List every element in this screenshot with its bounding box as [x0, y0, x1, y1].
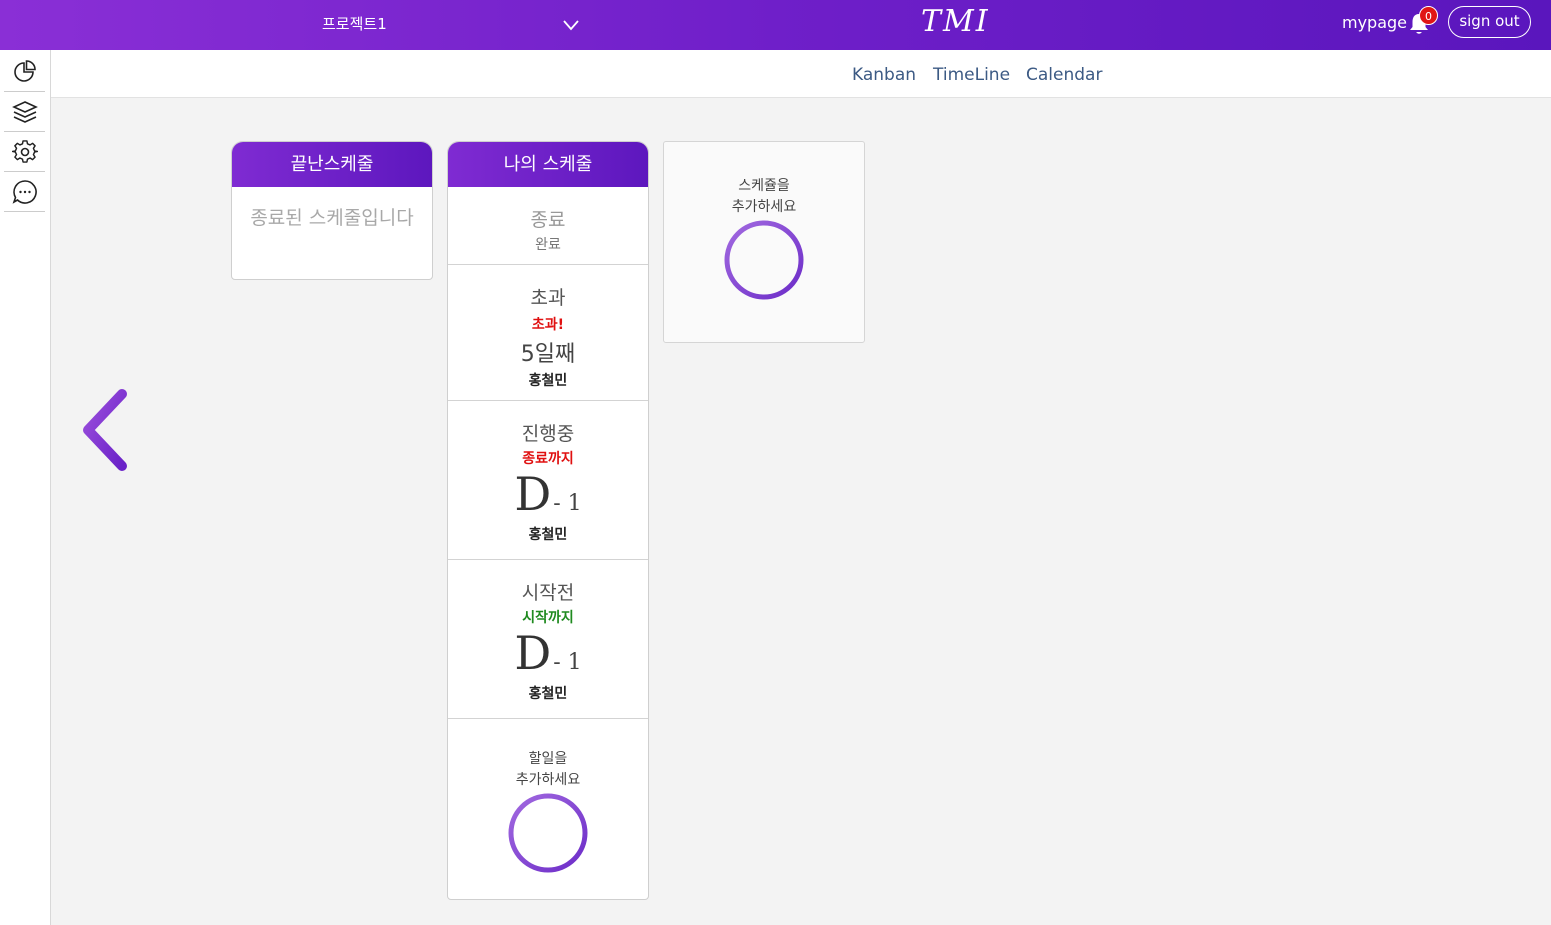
task-owner: 홍철민: [528, 527, 568, 543]
sidebar-item-settings[interactable]: [4, 132, 45, 172]
d-day-number: - 1: [553, 650, 582, 675]
tab-timeline[interactable]: TimeLine: [933, 65, 1010, 85]
deadline-label: 종료까지: [522, 451, 574, 467]
add-task-text: 추가하세요: [515, 772, 581, 788]
chevron-down-icon[interactable]: [560, 14, 582, 36]
d-day-letter: D: [514, 467, 552, 521]
left-sidebar: [0, 50, 51, 925]
layers-icon: [11, 100, 38, 123]
d-day-number: - 1: [553, 491, 582, 516]
task-card-overdue[interactable]: 초과 초과! 5일째 홍철민: [448, 264, 648, 400]
column-my-schedules: 나의 스케줄 종료 완료 초과 초과! 5일째 홍철민 진행중 종료까지 D -…: [447, 141, 649, 900]
view-tabs: Kanban TimeLine Calendar: [51, 50, 1551, 98]
overdue-days: 5일째: [520, 342, 576, 367]
mypage-link[interactable]: mypage: [1342, 13, 1407, 32]
sign-out-button[interactable]: sign out: [1448, 6, 1531, 38]
task-card-done[interactable]: 종료 완료: [448, 187, 648, 264]
empty-message: 종료된 스케줄입니다: [250, 207, 414, 229]
task-status: 시작전: [521, 582, 575, 604]
task-card-in-progress[interactable]: 진행중 종료까지 D - 1 홍철민: [448, 400, 648, 559]
tab-calendar[interactable]: Calendar: [1026, 65, 1102, 85]
task-card-not-started[interactable]: 시작전 시작까지 D - 1 홍철민: [448, 559, 648, 718]
top-bar: 프로젝트1 TMI mypage 0 sign out: [0, 0, 1551, 50]
start-label: 시작까지: [522, 610, 574, 626]
column-done-schedules: 끝난스케줄 종료된 스케줄입니다: [231, 141, 433, 280]
project-select[interactable]: 프로젝트1: [322, 13, 387, 34]
task-substatus: 완료: [535, 237, 561, 253]
column-title: 나의 스케줄: [448, 142, 648, 187]
sidebar-item-dashboard[interactable]: [4, 52, 45, 92]
task-status: 종료: [530, 209, 566, 231]
add-task-text: 할일을: [528, 751, 568, 767]
back-arrow-icon[interactable]: [78, 386, 134, 474]
add-task-card[interactable]: 할일을 추가하세요: [448, 718, 648, 899]
d-day-counter: D - 1: [448, 467, 648, 521]
overdue-label: 초과!: [531, 317, 565, 333]
notification-badge: 0: [1419, 6, 1438, 25]
tab-kanban[interactable]: Kanban: [852, 65, 916, 85]
app-logo[interactable]: TMI: [921, 4, 990, 39]
add-schedule-card[interactable]: 스케쥴을 추가하세요: [663, 141, 865, 343]
task-owner: 홍철민: [528, 686, 568, 702]
task-status: 진행중: [521, 423, 575, 445]
d-day-counter: D - 1: [448, 626, 648, 680]
add-schedule-text: 추가하세요: [731, 199, 797, 215]
column-title: 끝난스케줄: [232, 142, 432, 187]
chart-pie-icon: [13, 59, 36, 82]
task-status: 초과: [530, 287, 566, 309]
chat-icon: [12, 179, 37, 204]
d-day-letter: D: [514, 626, 552, 680]
add-schedule-plus-icon[interactable]: [722, 218, 806, 302]
sidebar-item-kanban[interactable]: [4, 92, 45, 132]
sidebar-item-chat[interactable]: [4, 172, 45, 212]
add-task-plus-icon[interactable]: [506, 791, 590, 875]
task-owner: 홍철민: [528, 373, 568, 389]
add-schedule-text: 스케쥴을: [738, 178, 790, 194]
gear-icon: [11, 139, 38, 163]
